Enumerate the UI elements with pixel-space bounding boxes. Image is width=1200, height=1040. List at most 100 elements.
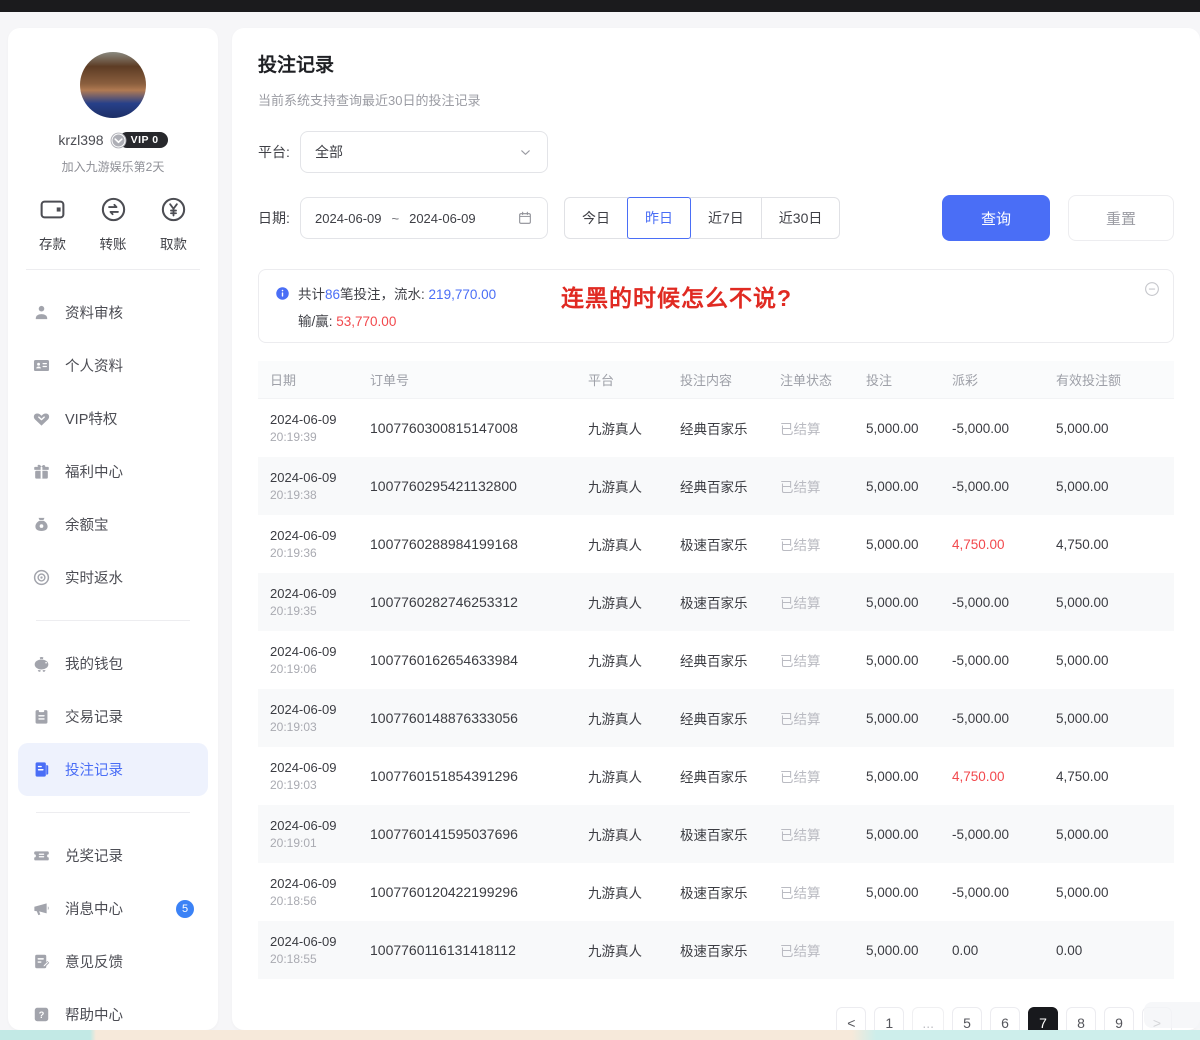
page-prev[interactable]: < <box>836 1007 866 1030</box>
floating-widget[interactable] <box>1144 1002 1200 1028</box>
sidebar-item-label: 消息中心 <box>65 898 123 919</box>
page-1[interactable]: 1 <box>874 1007 904 1030</box>
deposit-label: 存款 <box>39 233 66 253</box>
sidebar-item-help[interactable]: ?帮助中心 <box>18 988 208 1030</box>
cell-platform: 九游真人 <box>588 592 680 612</box>
cell-valid-amount: 5,000.00 <box>1056 595 1174 610</box>
profile-card: krzl398 VIP 0 加入九游娱乐第2天 存款 转账取款 <box>8 52 218 253</box>
cell-order-number: 1007760148876333056 <box>370 710 588 726</box>
bet-date: 2024-06-09 <box>270 412 370 427</box>
winloss-amount: 53,770.00 <box>336 314 396 329</box>
table-row[interactable]: 2024-06-0920:19:351007760282746253312九游真… <box>258 573 1174 631</box>
sidebar-item-profile[interactable]: 个人资料 <box>18 339 208 392</box>
cell-platform: 九游真人 <box>588 650 680 670</box>
cell-date: 2024-06-0920:19:01 <box>258 818 370 850</box>
svg-text:?: ? <box>39 1010 45 1020</box>
sidebar-item-wallet[interactable]: 我的钱包 <box>18 637 208 690</box>
table-row[interactable]: 2024-06-0920:19:381007760295421132800九游真… <box>258 457 1174 515</box>
date-start: 2024-06-09 <box>315 211 382 226</box>
range-last30-button[interactable]: 近30日 <box>761 197 841 239</box>
cell-date: 2024-06-0920:19:06 <box>258 644 370 676</box>
table-row[interactable]: 2024-06-0920:18:551007760116131418112九游真… <box>258 921 1174 979</box>
transfer-button[interactable]: 转账 <box>99 195 128 253</box>
cell-bet-content: 极速百家乐 <box>680 534 780 554</box>
sidebar-group: 资料审核个人资料VIP特权福利中心余额宝实时返水 <box>18 286 208 604</box>
sidebar-item-welfare[interactable]: 福利中心 <box>18 445 208 498</box>
vip-badge[interactable]: VIP 0 <box>109 131 168 149</box>
sidebar-item-audit[interactable]: 资料审核 <box>18 286 208 339</box>
bet-time: 20:19:38 <box>270 488 370 502</box>
search-button[interactable]: 查询 <box>942 195 1050 241</box>
cell-bet-content: 经典百家乐 <box>680 418 780 438</box>
table-row[interactable]: 2024-06-0920:19:061007760162654633984九游真… <box>258 631 1174 689</box>
sidebar-item-vip[interactable]: VIP特权 <box>18 392 208 445</box>
cell-date: 2024-06-0920:18:56 <box>258 876 370 908</box>
avatar[interactable] <box>80 52 146 118</box>
table-row[interactable]: 2024-06-0920:19:391007760300815147008九游真… <box>258 399 1174 457</box>
page-5[interactable]: 5 <box>952 1007 982 1030</box>
sidebar-item-yuebao[interactable]: 余额宝 <box>18 498 208 551</box>
date-label: 日期: <box>258 208 300 228</box>
column-header: 派彩 <box>952 370 1056 389</box>
table-row[interactable]: 2024-06-0920:19:011007760141595037696九游真… <box>258 805 1174 863</box>
withdraw-button[interactable]: 取款 <box>159 195 188 253</box>
range-today-button[interactable]: 今日 <box>564 197 628 239</box>
cell-bet-content: 极速百家乐 <box>680 940 780 960</box>
cell-valid-amount: 5,000.00 <box>1056 421 1174 436</box>
date-range-input[interactable]: 2024-06-09 ~ 2024-06-09 <box>300 197 548 239</box>
sidebar-item-transactions[interactable]: 交易记录 <box>18 690 208 743</box>
bet-time: 20:18:56 <box>270 894 370 908</box>
joined-days-text: 加入九游娱乐第2天 <box>8 158 218 175</box>
quick-range-group: 今日昨日近7日近30日 <box>564 197 840 239</box>
page-9[interactable]: 9 <box>1104 1007 1134 1030</box>
bet-time: 20:19:35 <box>270 604 370 618</box>
sidebar-item-rebate[interactable]: 实时返水 <box>18 551 208 604</box>
cell-payout: -5,000.00 <box>952 653 1056 668</box>
bet-time: 20:19:06 <box>270 662 370 676</box>
cell-status: 已结算 <box>780 766 866 786</box>
sidebar-item-label: 投注记录 <box>65 759 123 780</box>
sidebar-item-bet-records[interactable]: 投注记录 <box>18 743 208 796</box>
table-row[interactable]: 2024-06-0920:19:031007760148876333056九游真… <box>258 689 1174 747</box>
cell-order-number: 1007760288984199168 <box>370 536 588 552</box>
deposit-button[interactable]: 存款 <box>38 195 67 253</box>
bet-records-panel: 投注记录 当前系统支持查询最近30日的投注记录 平台: 全部 日期: 2024-… <box>232 28 1200 1030</box>
range-last7-button[interactable]: 近7日 <box>690 197 762 239</box>
page-6[interactable]: 6 <box>990 1007 1020 1030</box>
cell-payout: -5,000.00 <box>952 595 1056 610</box>
table-body: 2024-06-0920:19:391007760300815147008九游真… <box>258 399 1174 979</box>
cell-valid-amount: 5,000.00 <box>1056 827 1174 842</box>
cell-status: 已结算 <box>780 940 866 960</box>
cell-payout: -5,000.00 <box>952 479 1056 494</box>
sidebar-item-redeem[interactable]: 兑奖记录 <box>18 829 208 882</box>
sidebar-item-feedback[interactable]: 意见反馈 <box>18 935 208 988</box>
page-subtitle: 当前系统支持查询最近30日的投注记录 <box>258 90 1174 109</box>
cell-payout: 4,750.00 <box>952 769 1056 784</box>
username: krzl398 <box>58 132 103 148</box>
collapse-icon[interactable] <box>1143 280 1161 298</box>
feedback-icon <box>32 952 51 971</box>
sidebar-item-label: 意见反馈 <box>65 951 123 972</box>
sidebar: krzl398 VIP 0 加入九游娱乐第2天 存款 转账取款 资料审核个人资料V… <box>8 28 218 1030</box>
page-7[interactable]: 7 <box>1028 1007 1058 1030</box>
reset-button[interactable]: 重置 <box>1068 195 1174 241</box>
cell-date: 2024-06-0920:19:38 <box>258 470 370 502</box>
sidebar-item-label: 余额宝 <box>65 514 109 535</box>
cell-platform: 九游真人 <box>588 882 680 902</box>
sidebar-item-messages[interactable]: 消息中心5 <box>18 882 208 935</box>
bet-count: 86 <box>325 287 340 302</box>
cell-platform: 九游真人 <box>588 940 680 960</box>
cell-status: 已结算 <box>780 882 866 902</box>
sidebar-divider <box>26 269 200 270</box>
range-yesterday-button[interactable]: 昨日 <box>627 197 691 239</box>
table-row[interactable]: 2024-06-0920:19:361007760288984199168九游真… <box>258 515 1174 573</box>
withdraw-label: 取款 <box>160 233 187 253</box>
table-row[interactable]: 2024-06-0920:19:031007760151854391296九游真… <box>258 747 1174 805</box>
vip-diamond-icon <box>109 131 128 150</box>
sidebar-item-label: 福利中心 <box>65 461 123 482</box>
info-icon <box>275 286 290 301</box>
page-8[interactable]: 8 <box>1066 1007 1096 1030</box>
platform-select[interactable]: 全部 <box>300 131 548 173</box>
cell-order-number: 1007760151854391296 <box>370 768 588 784</box>
table-row[interactable]: 2024-06-0920:18:561007760120422199296九游真… <box>258 863 1174 921</box>
